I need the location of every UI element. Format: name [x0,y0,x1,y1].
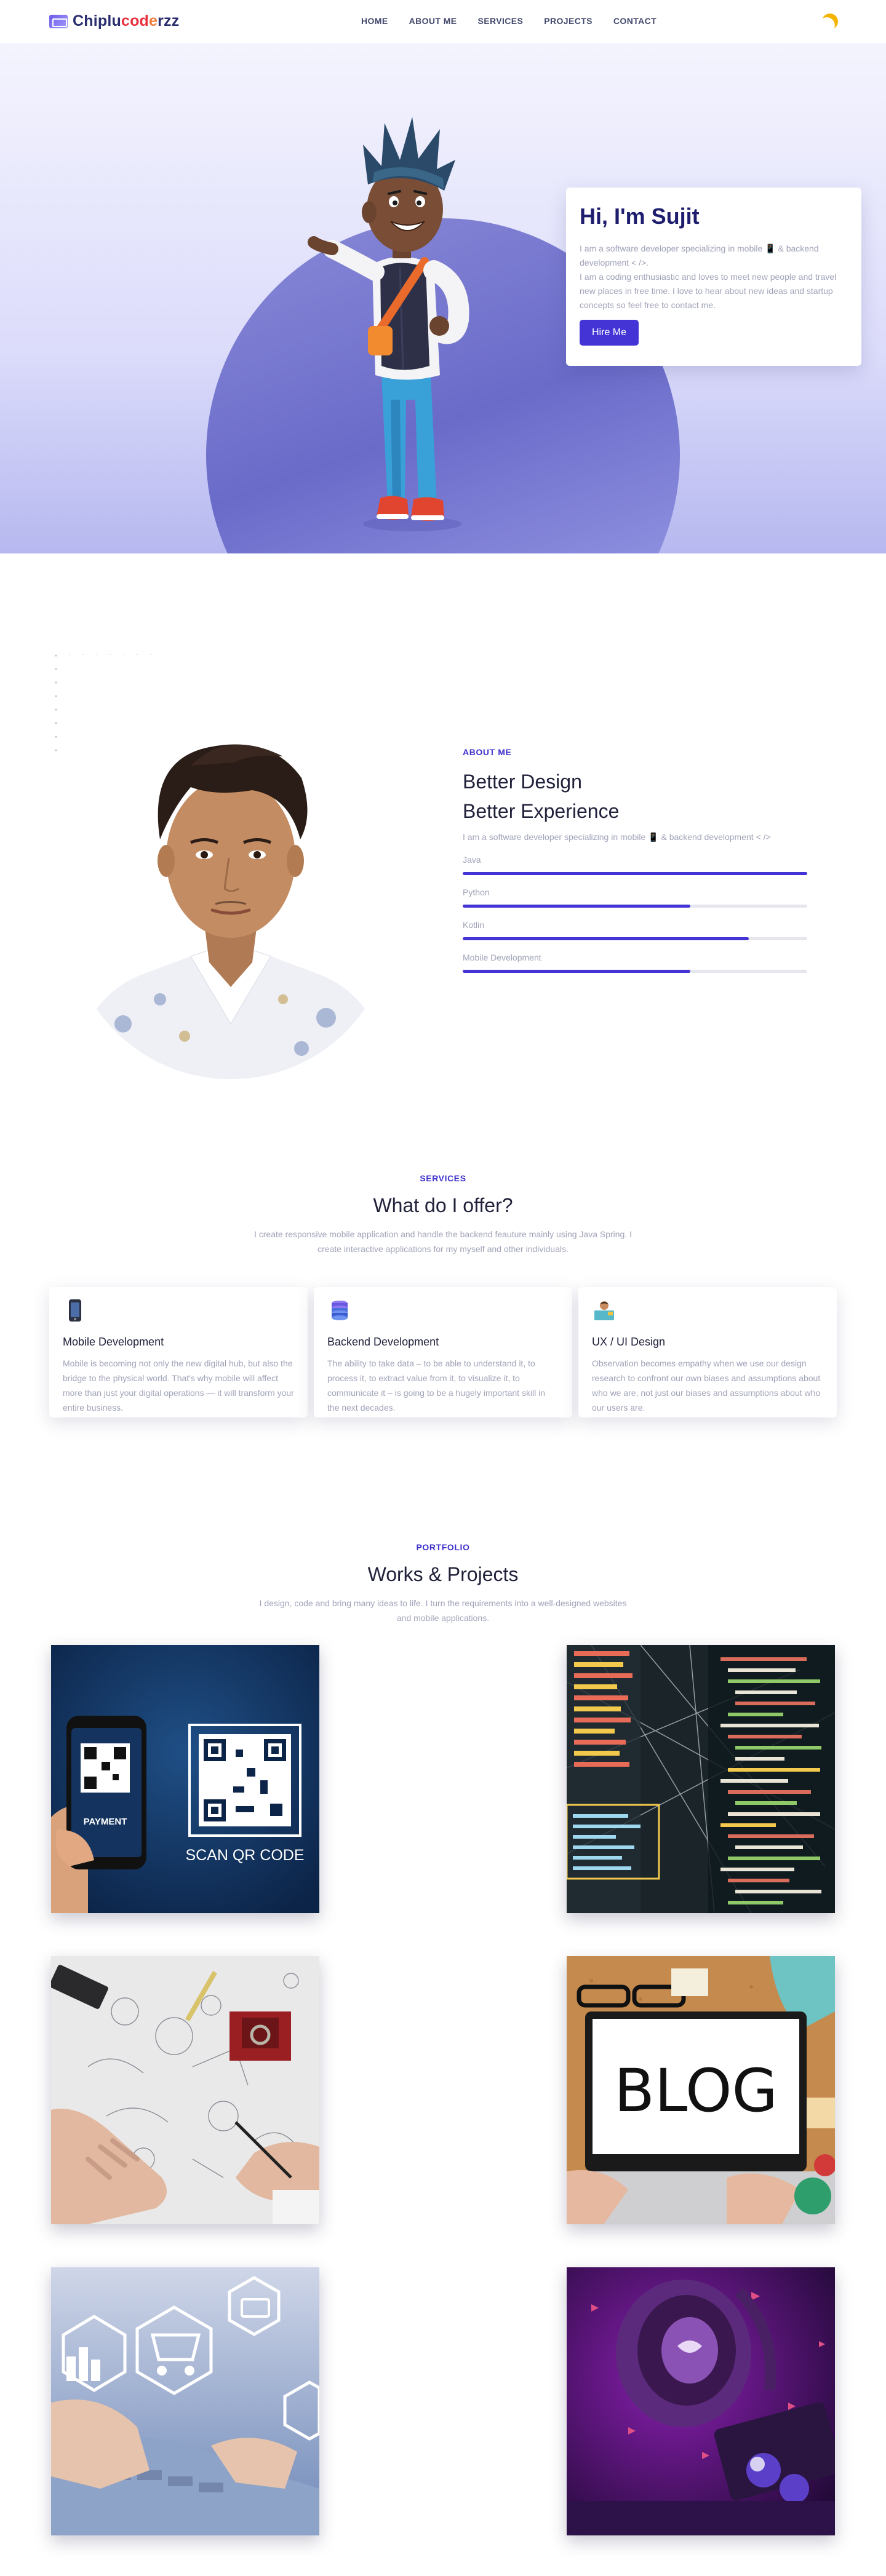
skill-bar-fill [463,937,749,940]
project-qr-payment[interactable]: PAYMENT SCAN QR CODE [51,1645,319,1913]
about-subtitle: I am a software developer specializing i… [463,832,771,842]
skill-bar [463,872,807,875]
service-text: Observation becomes empathy when we use … [592,1358,821,1413]
skill-mobile-development: Mobile Development [463,953,807,973]
skill-kotlin: Kotlin [463,920,807,940]
nav-link-home[interactable]: HOME [351,16,399,26]
services-description: I create responsive mobile application a… [253,1229,633,1254]
portfolio-description: I design, code and bring many ideas to l… [259,1598,627,1623]
services-eyebrow: SERVICES [420,1173,466,1183]
service-card-backend[interactable]: Backend Development The ability to take … [314,1287,572,1417]
hero-bio-text: I am a coding enthusiastic and loves to … [580,272,837,310]
project-gaming-setup[interactable] [567,2267,835,2535]
skill-bar [463,905,807,908]
portfolio-header: PORTFOLIO Works & Projects I design, cod… [0,1542,886,1625]
skill-bar [463,937,807,940]
service-cards: Mobile Development Mobile is becoming no… [49,1287,837,1417]
services-heading: What do I offer? [373,1194,513,1216]
qr-payment-label: PAYMENT [84,1817,127,1827]
skill-bar-fill [463,905,690,908]
service-title: Backend Development [327,1336,439,1348]
hero-section: Hi, I'm Sujit I am a software developer … [0,43,886,553]
intro-card: Hi, I'm Sujit I am a software developer … [566,188,861,366]
project-blog[interactable]: BLOG [567,1956,835,2224]
brand-logo-icon [49,14,68,28]
hero-title: Hi, I'm Sujit [580,204,700,229]
skill-bar-fill [463,872,807,875]
qr-caption: SCAN QR CODE [185,1847,304,1864]
service-text: The ability to take data – to be able to… [327,1358,546,1413]
moon-icon[interactable] [820,11,840,31]
service-card-ux-ui[interactable]: UX / UI Design Observation becomes empat… [578,1287,837,1417]
about-heading-1: Better Design [463,771,582,793]
blog-screen-text: BLOG [614,2056,778,2125]
designer-icon [594,1301,614,1320]
about-heading-2: Better Experience [463,800,620,822]
skill-java: Java [463,855,807,875]
project-code-editor[interactable] [567,1645,835,1913]
skill-label: Mobile Development [463,953,541,962]
nav-link-services[interactable]: SERVICES [467,16,533,26]
service-card-mobile[interactable]: Mobile Development Mobile is becoming no… [49,1287,308,1417]
brand[interactable]: Chiplucoderzz [49,12,179,30]
skill-bar-fill [463,970,690,973]
service-text: Mobile is becoming not only the new digi… [63,1358,294,1413]
skill-bar [463,970,807,973]
top-navbar: Chiplucoderzz HOME ABOUT ME SERVICES PRO… [0,0,886,43]
skill-python: Python [463,887,807,908]
service-title: UX / UI Design [592,1336,666,1348]
portfolio-eyebrow: PORTFOLIO [416,1542,470,1552]
portfolio-heading: Works & Projects [367,1563,519,1585]
hero-intro-line: I am a software developer specializing i… [580,244,819,268]
nav-link-about[interactable]: ABOUT ME [399,16,468,26]
service-title: Mobile Development [63,1336,164,1348]
skill-label: Python [463,887,490,897]
profile-photo [68,655,394,1079]
hire-me-button[interactable]: Hire Me [580,320,639,346]
project-e-commerce[interactable] [51,2267,319,2535]
smartphone-icon [69,1299,81,1322]
brand-name: Chiplucoderzz [73,12,180,30]
avatar-character-illustration [308,117,469,531]
skill-label: Java [463,855,481,865]
main-menu: HOME ABOUT ME SERVICES PROJECTS CONTACT [351,16,667,26]
project-sketch-design[interactable] [51,1956,319,2224]
about-section: ABOUT ME Better Design Better Experience … [463,747,807,973]
nav-link-contact[interactable]: CONTACT [603,16,667,26]
skill-label: Kotlin [463,920,485,930]
page: Chiplucoderzz HOME ABOUT ME SERVICES PRO… [0,0,886,2576]
nav-link-projects[interactable]: PROJECTS [533,16,603,26]
services-header: SERVICES What do I offer? I create respo… [0,1173,886,1256]
database-icon [332,1301,348,1320]
about-eyebrow: ABOUT ME [463,747,512,757]
